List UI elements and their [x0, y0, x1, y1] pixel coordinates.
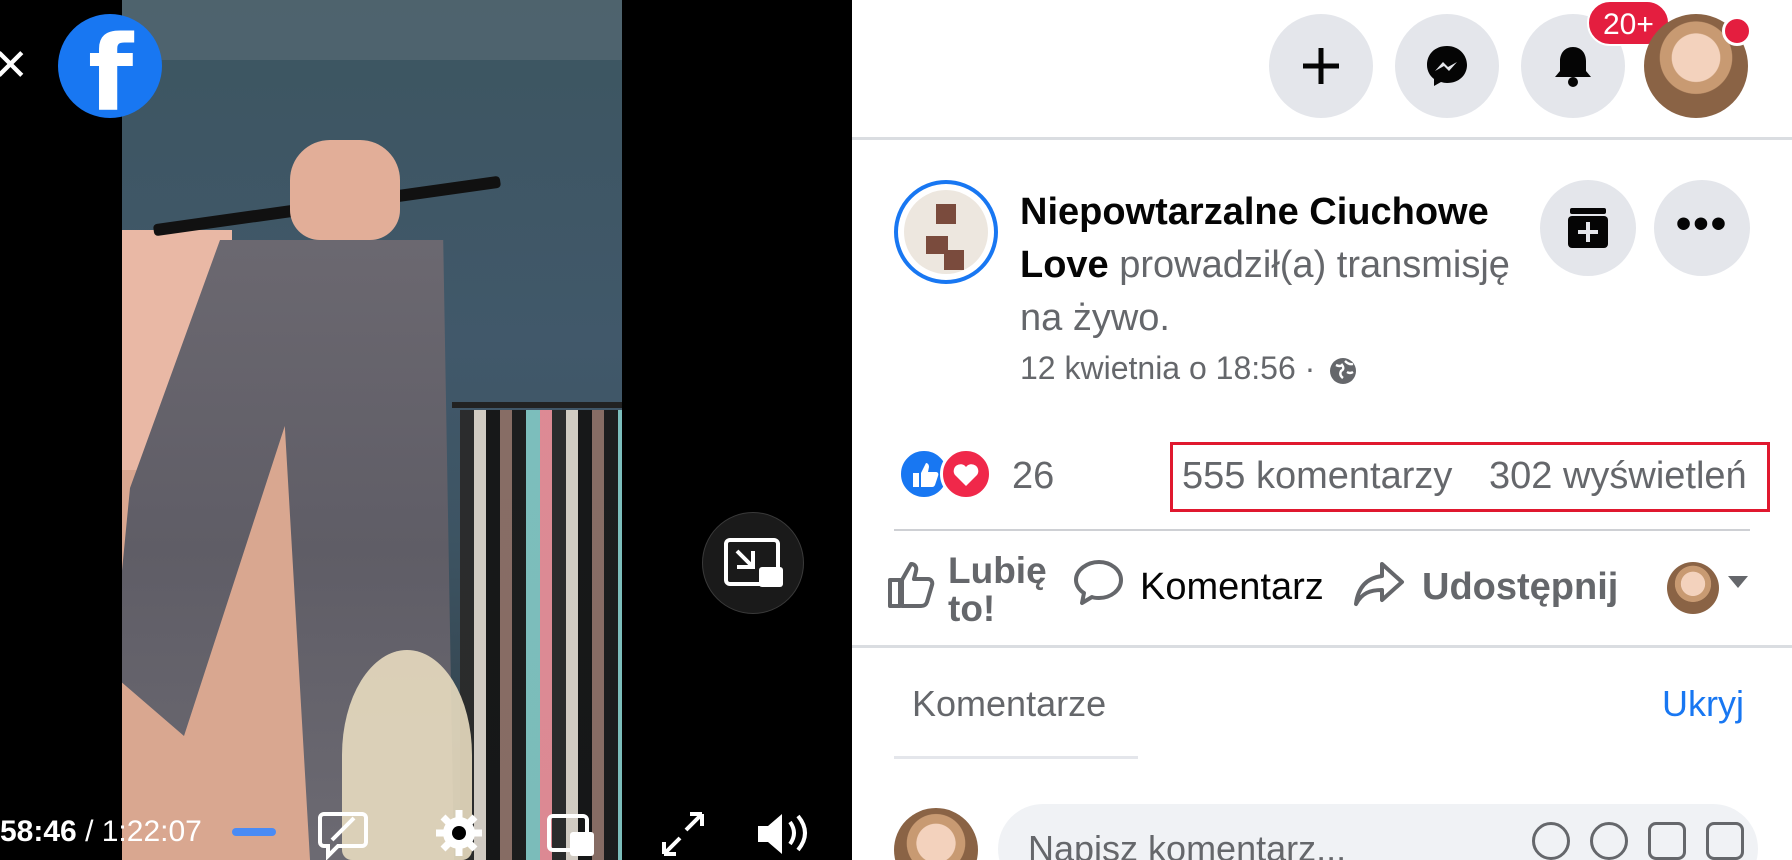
clothes-on-rack	[460, 410, 622, 860]
share-label: Udostępnij	[1422, 566, 1619, 608]
comment-icon	[1074, 560, 1123, 605]
plus-icon	[1303, 48, 1339, 84]
commenter-avatar	[894, 808, 978, 860]
bell-icon	[1555, 47, 1591, 87]
share-button[interactable]: Udostępnij	[1352, 548, 1642, 628]
share-as-avatar[interactable]	[1667, 562, 1719, 614]
chevron-down-icon[interactable]	[1728, 576, 1748, 588]
tab-underline	[894, 756, 1138, 759]
comment-input[interactable]	[998, 804, 1758, 860]
post-timestamp[interactable]: 12 kwietnia o 18:56 ·	[1020, 346, 1358, 390]
pip-mini-icon	[547, 814, 594, 856]
post-header: Niepowtarzalne Ciuchowe Love prowadził(a…	[1020, 186, 1530, 345]
thumbs-up-icon	[888, 562, 935, 608]
like-button[interactable]: Lubię to!	[886, 548, 1047, 628]
camera-icon[interactable]	[1648, 822, 1686, 860]
love-reaction-icon	[940, 448, 992, 500]
video-controls: 58:46 / 1:22:07	[0, 806, 852, 860]
time-separator: /	[76, 815, 102, 848]
facebook-logo-icon[interactable]: f	[58, 14, 162, 118]
settings-button[interactable]	[434, 806, 484, 860]
more-options-button[interactable]: •••	[1654, 180, 1750, 276]
save-icon	[1568, 208, 1608, 248]
mini-player-button[interactable]	[546, 806, 596, 860]
comment-label: Komentarz	[1140, 566, 1324, 608]
top-navigation: 20+	[852, 0, 1792, 140]
volume-icon	[758, 814, 807, 854]
page-avatar[interactable]	[894, 180, 998, 284]
picture-in-picture-icon	[724, 538, 783, 587]
page-avatar-image	[904, 190, 988, 274]
comments-count-link[interactable]: 555 komentarzy	[1182, 450, 1452, 502]
share-icon	[1354, 562, 1404, 606]
video-player[interactable]: ✕ f 58:46 / 1:22:07	[0, 0, 852, 860]
close-icon[interactable]: ✕	[0, 44, 29, 88]
presenter-hand	[290, 140, 400, 240]
tab-comments[interactable]: Komentarze	[912, 682, 1106, 726]
more-icon: •••	[1675, 199, 1729, 248]
captions-off-icon	[318, 812, 368, 860]
post-side-panel: 20+ Niepowtarzalne Ciuchowe Love prowadz…	[852, 0, 1792, 860]
save-button[interactable]	[1540, 180, 1636, 276]
picture-in-picture-button[interactable]	[702, 512, 804, 614]
avatar-sticker-icon[interactable]	[1532, 822, 1570, 860]
comment-button[interactable]: Komentarz	[1074, 548, 1344, 628]
total-duration: 1:22:07	[101, 815, 202, 848]
clothes-rack	[452, 402, 622, 408]
reaction-count[interactable]: 26	[1012, 450, 1054, 502]
messenger-icon	[1427, 46, 1467, 86]
video-time: 58:46 / 1:22:07	[0, 812, 202, 852]
create-button[interactable]	[1269, 14, 1373, 118]
globe-icon	[1330, 357, 1357, 384]
hide-comments-link[interactable]: Ukryj	[1662, 682, 1744, 726]
messenger-button[interactable]	[1395, 14, 1499, 118]
gif-icon[interactable]	[1706, 822, 1744, 860]
divider	[894, 529, 1750, 531]
views-count: 302 wyświetleń	[1489, 455, 1747, 497]
fullscreen-button[interactable]	[658, 806, 708, 860]
emoji-icon[interactable]	[1590, 822, 1628, 860]
elapsed-time: 58:46	[0, 815, 77, 848]
settings-icon	[436, 810, 482, 856]
video-frame[interactable]	[122, 0, 622, 860]
post-date-text: 12 kwietnia o 18:56 ·	[1020, 350, 1325, 386]
account-status-dot	[1722, 16, 1752, 46]
video-background	[122, 0, 622, 60]
volume-button[interactable]	[754, 806, 807, 860]
progress-bar[interactable]	[232, 828, 276, 836]
fullscreen-icon	[662, 812, 704, 856]
captions-button[interactable]	[318, 806, 368, 860]
divider	[852, 645, 1792, 648]
like-label: Lubię to!	[948, 550, 1047, 629]
